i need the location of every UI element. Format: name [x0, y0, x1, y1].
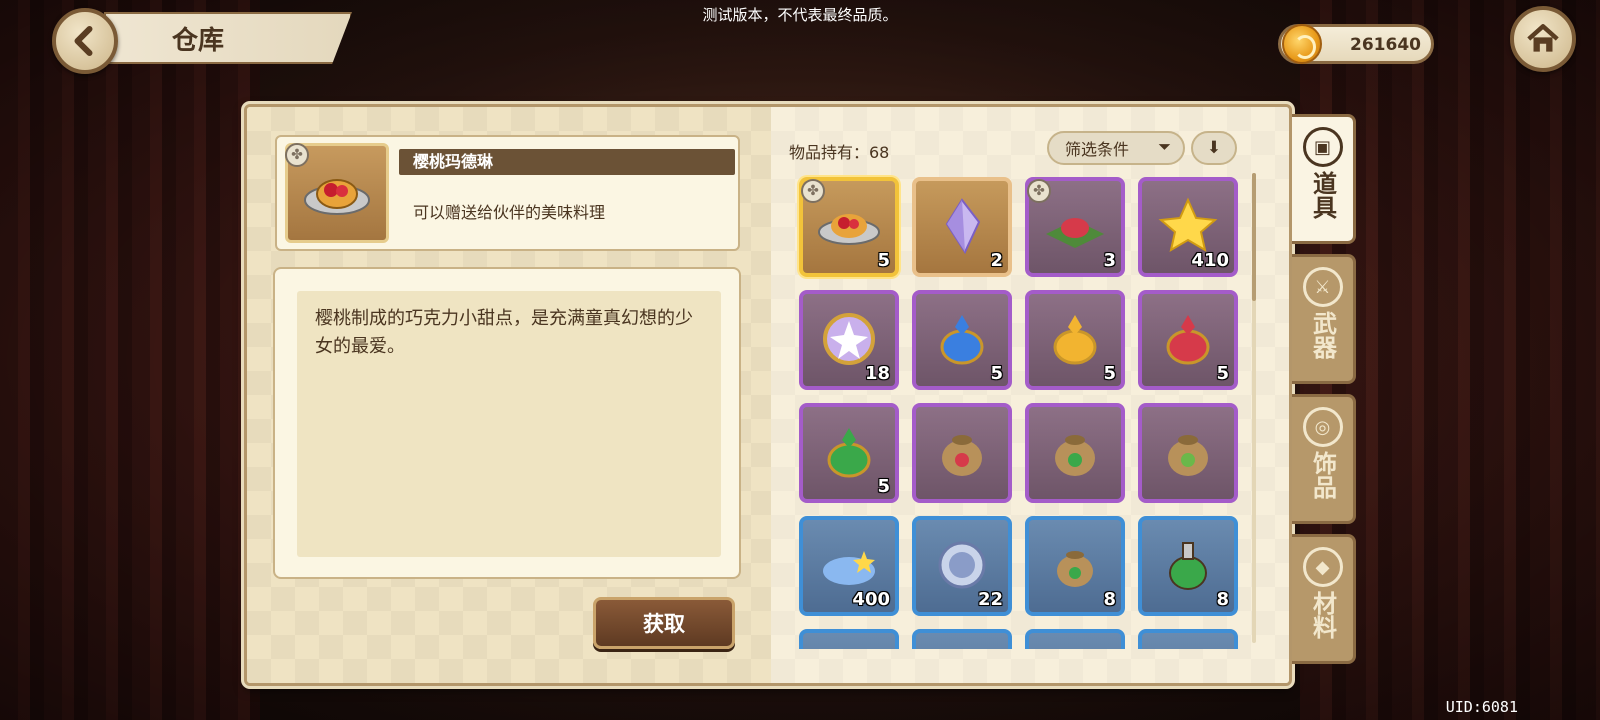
tab-ring[interactable]: ◎ 饰品 — [1292, 394, 1356, 524]
green-potion-up-icon — [827, 428, 871, 478]
item-count: 8 — [1103, 589, 1116, 610]
gold-potion-sword-icon — [1053, 315, 1097, 365]
inventory-slot[interactable]: ✤ 3 — [1025, 177, 1125, 277]
tab-ore[interactable]: ◆ 材料 — [1292, 534, 1356, 664]
inventory-slot[interactable]: 8 — [1025, 516, 1125, 616]
tab-label: 饰品 — [1308, 451, 1337, 499]
inventory-slot[interactable] — [1025, 403, 1125, 503]
item-count: 5 — [990, 363, 1003, 384]
page-title-plate: 仓库 — [104, 12, 352, 64]
tab-label: 材料 — [1308, 591, 1337, 639]
inventory-slot[interactable]: 18 — [799, 290, 899, 390]
filter-icon: ⏷ — [1158, 137, 1171, 156]
red-pouch-icon — [942, 435, 982, 476]
box-icon: ▣ — [1302, 127, 1343, 167]
ore-icon: ◆ — [1302, 547, 1343, 587]
item-description: 樱桃制成的巧克力小甜点，是充满童真幻想的少女的最爱。 — [315, 308, 693, 357]
inventory-slot[interactable]: 410 — [1138, 177, 1238, 277]
item-count: 410 — [1191, 250, 1229, 271]
inventory-slot[interactable]: 5 — [912, 290, 1012, 390]
filter-label: 筛选条件 — [1065, 140, 1130, 159]
sword-icon: ⚔ — [1302, 267, 1343, 307]
gold-star-icon — [1158, 197, 1218, 253]
inventory-slot[interactable] — [799, 629, 899, 649]
silver-coin-icon — [938, 541, 986, 589]
star-amulet-icon — [823, 313, 875, 365]
item-count: 2 — [990, 250, 1003, 271]
small-pouch-icon — [1057, 551, 1093, 587]
filter-button[interactable]: 筛选条件 ⏷ — [1047, 131, 1185, 165]
gold-amount: 261640 — [1350, 35, 1421, 55]
inventory-slot[interactable]: 22 — [912, 516, 1012, 616]
cherry-madeleine-icon — [818, 214, 880, 245]
inventory-slot[interactable]: 2 — [912, 177, 1012, 277]
item-subtitle: 可以赠送给伙伴的美味料理 — [413, 203, 606, 222]
item-count: 5 — [877, 476, 890, 497]
green-bottle-icon — [1169, 542, 1207, 590]
red-potion-heart-icon — [1166, 315, 1210, 365]
clover-badge-icon: ✤ — [285, 143, 309, 167]
tab-sword[interactable]: ⚔ 武器 — [1292, 254, 1356, 384]
ring-icon: ◎ — [1302, 407, 1343, 447]
home-icon — [1527, 24, 1559, 52]
back-button[interactable] — [52, 8, 118, 74]
item-count: 400 — [852, 589, 890, 610]
inventory-slot[interactable]: 5 — [1025, 290, 1125, 390]
strawberry-cake-icon — [1046, 218, 1104, 248]
clover-badge-icon: ✤ — [1027, 179, 1051, 203]
item-count: 18 — [864, 363, 890, 384]
owned-count: 物品持有：68 — [789, 143, 890, 162]
tab-label: 武器 — [1308, 311, 1337, 359]
tab-box[interactable]: ▣ 道具 — [1292, 114, 1356, 244]
page-title: 仓库 — [172, 25, 225, 56]
madeleine-art — [304, 179, 370, 215]
item-count: 5 — [877, 250, 890, 271]
item-count: 22 — [977, 589, 1003, 610]
blue-crystal-dust-icon — [823, 551, 875, 585]
description-box: 樱桃制成的巧克力小甜点，是充满童真幻想的少女的最爱。 — [273, 267, 741, 579]
inventory-slot[interactable]: 8 — [1138, 516, 1238, 616]
back-arrow-icon — [74, 26, 93, 56]
inventory-slot[interactable] — [1138, 629, 1238, 649]
item-count: 8 — [1216, 589, 1229, 610]
grid-scrollbar[interactable] — [1252, 173, 1256, 643]
purple-crystal-icon — [945, 198, 981, 254]
item-count: 5 — [1216, 363, 1229, 384]
item-count: 5 — [1103, 363, 1116, 384]
get-button[interactable]: 获取 — [593, 597, 735, 649]
uid-label: UID:6081 — [1445, 698, 1518, 716]
inventory-slot[interactable]: 400 — [799, 516, 899, 616]
sort-button[interactable]: ⬇ — [1191, 131, 1237, 165]
arrow-down-icon: ⬇ — [1206, 138, 1222, 158]
gold-coin-icon — [1282, 24, 1322, 64]
inventory-slot[interactable]: 5 — [1138, 290, 1238, 390]
clover-badge-icon: ✤ — [801, 179, 825, 203]
tab-label: 道具 — [1308, 171, 1337, 219]
inventory-slot[interactable] — [912, 403, 1012, 503]
selected-item-card: ✤ 樱桃玛德琳 可以赠送给伙伴的美味料理 — [275, 135, 740, 251]
inventory-slot[interactable] — [912, 629, 1012, 649]
inventory-slot[interactable] — [1138, 403, 1238, 503]
green-pouch-icon — [1055, 435, 1095, 476]
inventory-slot[interactable] — [1025, 629, 1125, 649]
home-button[interactable] — [1510, 6, 1576, 72]
inventory-slot[interactable]: 5 — [799, 403, 899, 503]
blue-potion-shield-icon — [940, 315, 984, 365]
inventory-slot[interactable]: ✤ 5 — [799, 177, 899, 277]
leaf-pouch-icon — [1168, 435, 1208, 476]
item-count: 3 — [1103, 250, 1116, 271]
item-grid: ✤ 5 2 ✤ 3 410 18 5 5 5 5 400 22 8 8 — [795, 173, 1243, 649]
scrollbar-thumb[interactable] — [1252, 173, 1256, 301]
description-inner: 樱桃制成的巧克力小甜点，是充满童真幻想的少女的最爱。 — [297, 291, 721, 557]
storage-panel: ✤ 樱桃玛德琳 可以赠送给伙伴的美味料理 樱桃制成的巧克力小甜点，是充满童真幻想… — [244, 104, 1292, 686]
item-name: 樱桃玛德琳 — [399, 149, 735, 175]
